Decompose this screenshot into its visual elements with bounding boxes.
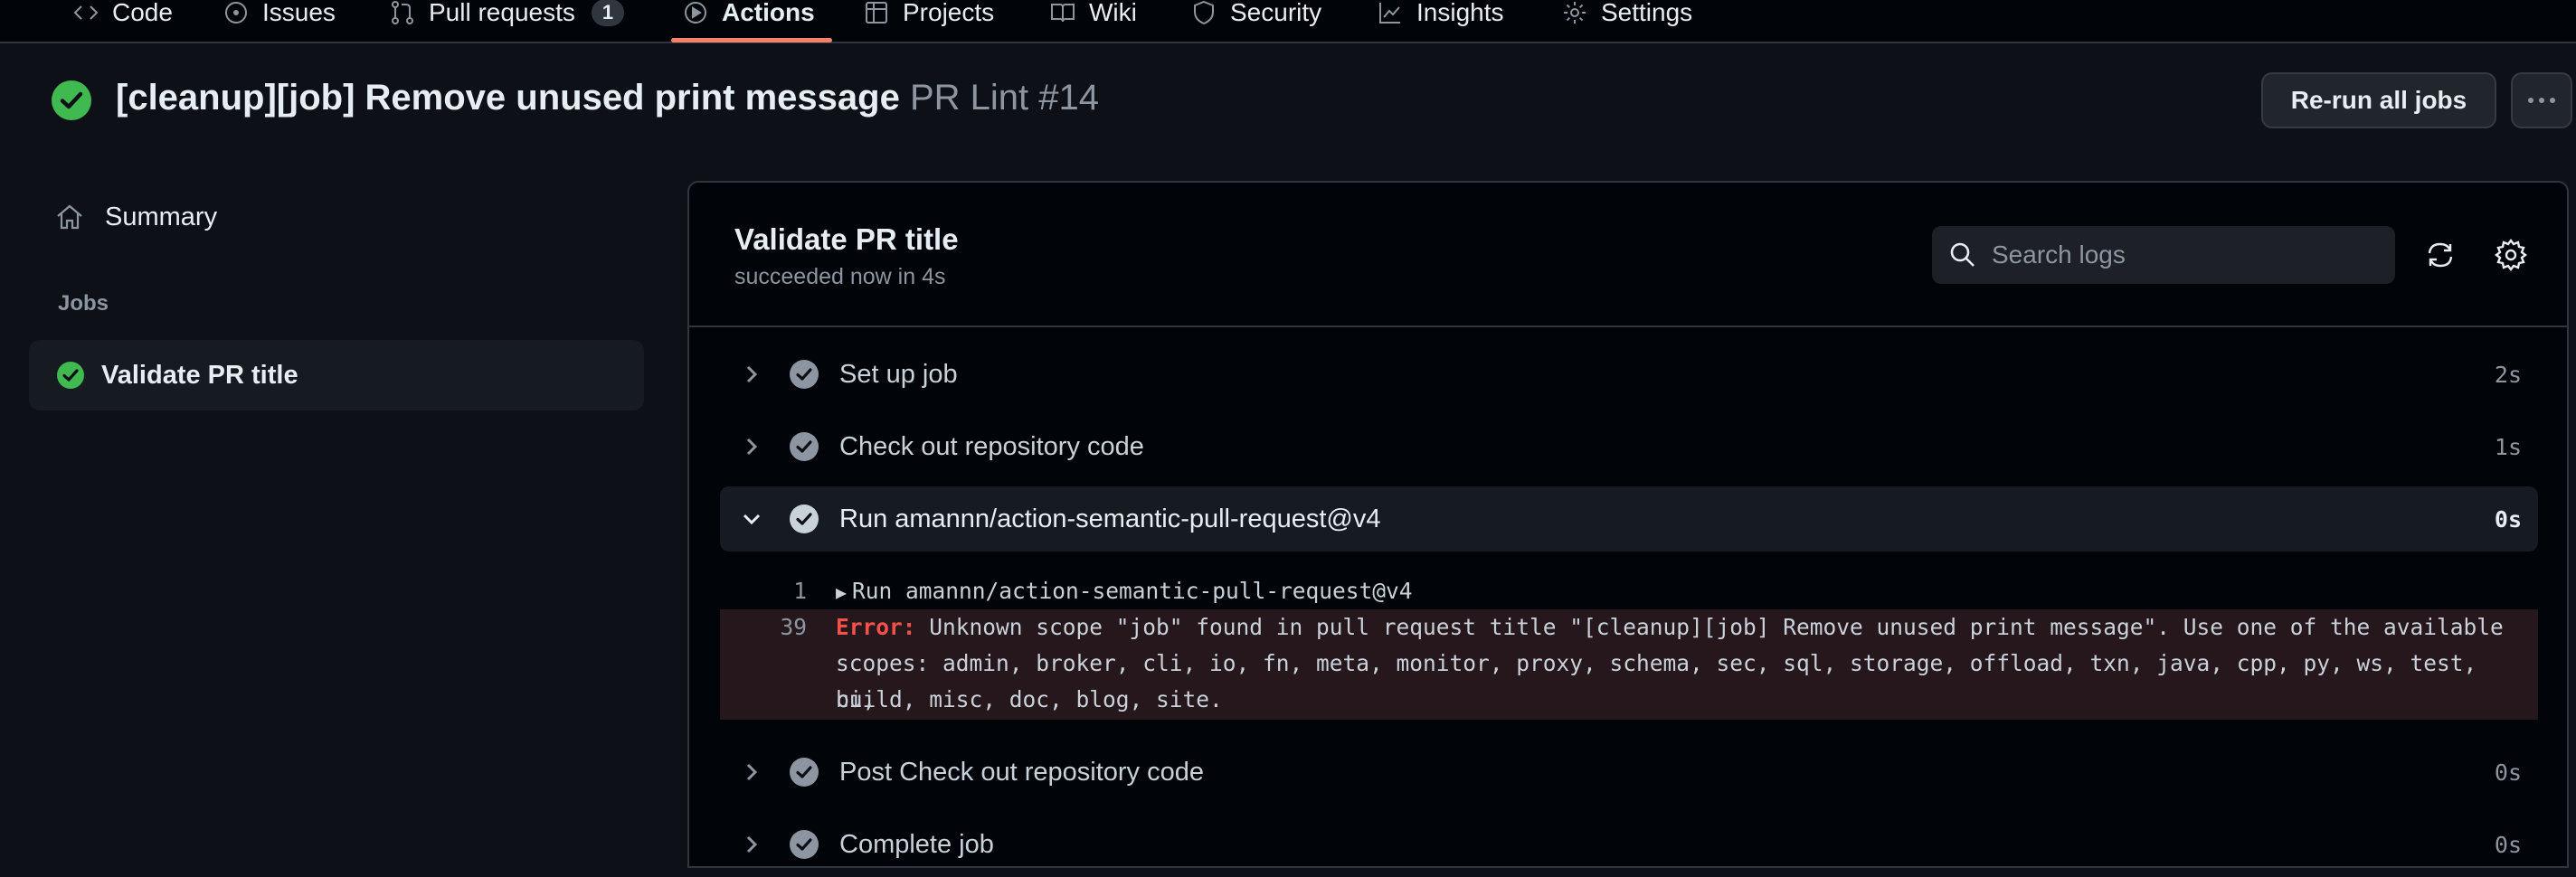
tab-pull-requests[interactable]: Pull requests 1 [389,0,625,40]
kebab-dot-icon [2550,98,2555,103]
sidebar-item-summary[interactable]: Summary [54,197,217,237]
search-logs-input[interactable] [1992,240,2372,269]
more-options-button[interactable] [2511,72,2572,128]
step-name: Post Check out repository code [839,757,1204,787]
pull-request-counter: 1 [591,0,625,26]
log-step[interactable]: Post Check out repository code 0s [720,740,2538,805]
step-duration: 0s [2494,759,2522,786]
tab-label: Actions [722,0,815,26]
step-duration: 0s [2494,506,2522,533]
tab-label: Security [1230,0,1322,26]
refresh-button[interactable] [2422,237,2458,273]
tab-issues[interactable]: Issues [223,0,336,40]
job-title: Validate PR title [734,222,959,256]
tab-label: Wiki [1089,0,1137,26]
tab-label: Code [112,0,173,26]
chevron-down-icon [743,514,761,525]
log-step[interactable]: Complete job 0s [720,812,2538,877]
sidebar-item-validate-pr-title[interactable]: Validate PR title [29,340,644,410]
tab-label: Insights [1416,0,1504,26]
jobs-heading: Jobs [58,291,109,316]
check-circle-icon [790,505,819,533]
log-line[interactable]: 1 ▶ Run amannn/action-semantic-pull-reque… [720,573,2538,609]
gear-icon [1564,2,1586,24]
log-settings-button[interactable] [2493,237,2529,273]
error-label: Error: [836,614,916,640]
run-title-text: [cleanup][job] Remove unused print messa… [116,78,900,118]
tab-label: Pull requests [429,0,575,26]
step-name: Run amannn/action-semantic-pull-request@… [839,504,1381,533]
log-step[interactable]: Check out repository code 1s [720,414,2538,479]
check-circle-icon [790,360,819,389]
tab-code[interactable]: Code [72,0,173,40]
kebab-dot-icon [2539,98,2544,103]
job-log-panel: Validate PR title succeeded now in 4s Se… [687,181,2569,868]
chevron-right-icon [746,763,758,781]
sidebar: Summary Jobs Validate PR title [0,179,669,855]
log-text: Run amannn/action-semantic-pull-request@… [852,578,1413,604]
check-circle-fill-icon [52,80,91,120]
search-logs-box[interactable] [1932,226,2395,284]
run-title: [cleanup][job] Remove unused print messa… [116,78,1099,123]
log-text: build, misc, doc, blog, site. [836,686,1223,712]
repo-nav: Code Issues Pull requests 1 Actions Proj… [0,0,2576,43]
line-number: 39 [780,614,807,640]
step-name: Check out repository code [839,431,1144,461]
step-duration: 0s [2494,832,2522,858]
chevron-right-icon [746,365,758,383]
pull-request-icon [392,1,413,24]
tab-wiki[interactable]: Wiki [1049,0,1137,40]
step-name: Set up job [839,359,958,389]
step-duration: 2s [2494,362,2522,388]
chevron-right-icon [746,438,758,456]
log-step[interactable]: Set up job 2s [720,342,2538,407]
graph-icon [1379,3,1400,24]
check-circle-icon [790,432,819,461]
run-workflow-label: PR Lint #14 [909,78,1099,118]
play-icon [685,2,706,24]
tab-label: Projects [903,0,995,26]
run-header: [cleanup][job] Remove unused print messa… [0,43,2576,179]
sidebar-item-label: Validate PR title [101,360,298,390]
line-number: 1 [793,578,807,604]
tab-actions[interactable]: Actions [682,0,815,40]
tab-label: Issues [262,0,336,26]
log-step-expanded[interactable]: Run amannn/action-semantic-pull-request@… [720,486,2538,552]
tab-projects[interactable]: Projects [863,0,994,40]
log-header: Validate PR title succeeded now in 4s [689,183,2567,327]
tab-security[interactable]: Security [1190,0,1321,40]
chevron-right-icon [746,835,758,853]
active-tab-underline [671,38,832,42]
job-status-text: succeeded now in 4s [734,264,946,289]
code-icon [73,5,99,20]
home-icon [57,204,82,230]
tab-insights[interactable]: Insights [1377,0,1504,40]
check-circle-icon [790,758,819,787]
tab-settings[interactable]: Settings [1561,0,1692,40]
table-icon [866,2,887,24]
sidebar-item-label: Summary [105,202,218,231]
check-circle-fill-icon [57,362,84,389]
rerun-all-jobs-button[interactable]: Re-run all jobs [2261,72,2496,128]
book-icon [1051,4,1075,23]
issue-icon [225,2,247,24]
log-text: Unknown scope "job" found in pull reques… [915,614,2504,640]
sync-icon [2428,242,2453,268]
search-icon [1950,242,1975,267]
kebab-dot-icon [2528,98,2533,103]
tab-label: Settings [1601,0,1693,26]
shield-icon [1194,0,1214,25]
step-duration: 1s [2494,434,2522,460]
log-line-error[interactable]: 39 Error: Unknown scope "job" found in p… [720,609,2538,720]
gear-icon [2495,239,2527,271]
expand-triangle-icon[interactable]: ▶ [836,574,847,610]
